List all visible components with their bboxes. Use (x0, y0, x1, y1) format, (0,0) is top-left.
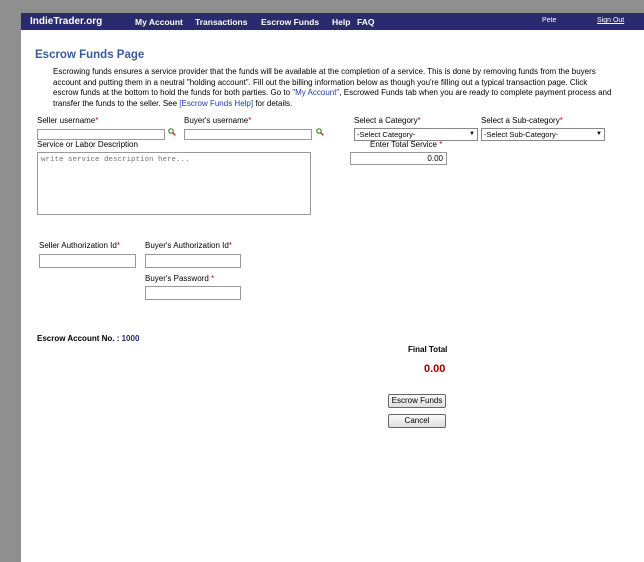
escrow-account-number: 1000 (121, 334, 140, 343)
page-title: Escrow Funds Page (35, 49, 145, 61)
sign-out-link[interactable]: Sign Out (597, 17, 624, 24)
buyer-search-icon[interactable] (316, 128, 324, 136)
total-service-input[interactable]: 0.00 (350, 152, 447, 165)
intro-text-3: for details. (253, 98, 293, 108)
page-frame: IndieTrader.org My Account Transactions … (21, 13, 644, 562)
my-account-link[interactable]: "My Account" (292, 88, 339, 97)
nav-faq[interactable]: FAQ (357, 17, 374, 27)
chevron-down-icon: ▼ (596, 131, 602, 137)
total-service-label: Enter Total Service * (370, 140, 443, 149)
user-name[interactable]: Pete (542, 17, 556, 24)
category-select-value: -Select Category- (357, 130, 416, 139)
buyer-auth-input[interactable] (145, 254, 241, 268)
intro-paragraph: Escrowing funds ensures a service provid… (53, 67, 613, 109)
escrow-help-link[interactable]: [Escrow Funds Help] (179, 99, 253, 108)
final-total-label: Final Total (408, 345, 448, 354)
escrow-account: Escrow Account No. : 1000 (37, 334, 139, 343)
buyer-password-label: Buyer's Password * (145, 274, 215, 283)
buyer-username-label: Buyer's username* (184, 116, 252, 125)
seller-username-label: Seller username* (37, 116, 99, 125)
final-total-value: 0.00 (424, 363, 446, 375)
chevron-down-icon: ▼ (469, 131, 475, 137)
window-top-margin (0, 0, 644, 13)
seller-auth-label: Seller Authorization Id* (39, 241, 120, 250)
nav-escrow-funds[interactable]: Escrow Funds (261, 17, 319, 27)
seller-auth-input[interactable] (39, 254, 136, 268)
cancel-button[interactable]: Cancel (388, 414, 446, 428)
seller-search-icon[interactable] (168, 128, 176, 136)
nav-my-account[interactable]: My Account (135, 17, 183, 27)
top-nav-bar: IndieTrader.org My Account Transactions … (21, 13, 644, 30)
nav-help[interactable]: Help (332, 17, 350, 27)
category-label: Select a Category* (354, 116, 421, 125)
service-description-label: Service or Labor Description (37, 140, 138, 149)
nav-transactions[interactable]: Transactions (195, 17, 247, 27)
buyer-auth-label: Buyer's Authorization Id* (145, 241, 232, 250)
seller-username-input[interactable] (37, 129, 165, 140)
main-content: Escrow Funds Page Escrowing funds ensure… (21, 30, 644, 562)
subcategory-label: Select a Sub-category* (481, 116, 563, 125)
brand-logo[interactable]: IndieTrader.org (30, 16, 102, 27)
service-description-input[interactable] (37, 152, 311, 215)
subcategory-select-value: -Select Sub-Category- (484, 130, 559, 139)
escrow-funds-button[interactable]: Escrow Funds (388, 394, 446, 408)
escrow-account-label: Escrow Account No. : (37, 334, 122, 343)
buyer-username-input[interactable] (184, 129, 312, 140)
subcategory-select[interactable]: -Select Sub-Category- ▼ (481, 128, 605, 141)
buyer-password-input[interactable] (145, 286, 241, 300)
